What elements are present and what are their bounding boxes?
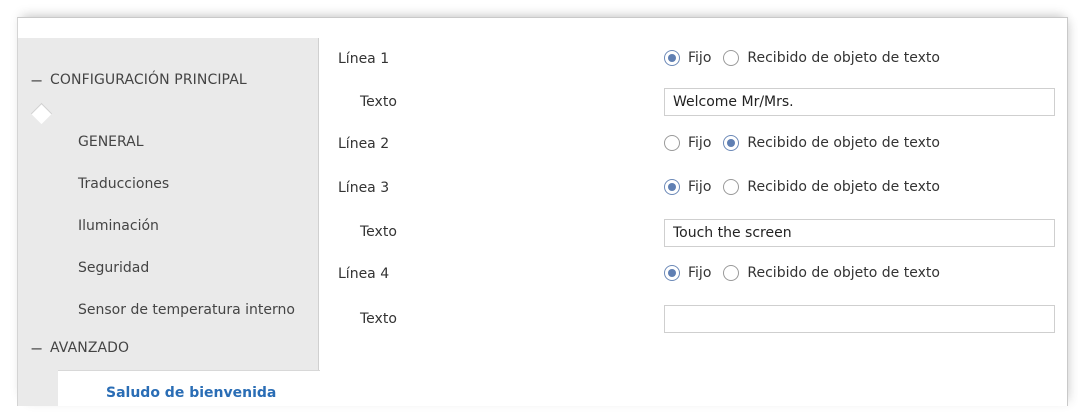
sidebar-item-label: Saludo de bienvenida <box>106 385 277 401</box>
linea2-label: Línea 2 <box>338 136 390 152</box>
linea2-radio-recibido[interactable] <box>723 135 740 151</box>
linea4-radio-recibido[interactable] <box>723 265 740 281</box>
radio-label-recibido: Recibido de objeto de texto <box>747 179 940 195</box>
linea2-radio-fijo[interactable] <box>664 135 680 151</box>
window-frame: − CONFIGURACIÓN PRINCIPAL GENERAL Traduc… <box>17 17 1068 406</box>
sidebar-item-iluminacion[interactable]: Iluminación <box>78 218 159 234</box>
sidebar-item-saludo-bienvenida[interactable]: Saludo de bienvenida <box>58 370 320 406</box>
linea3-label: Línea 3 <box>338 180 390 196</box>
texto4-input[interactable] <box>664 305 1055 333</box>
texto4-label: Texto <box>360 311 397 327</box>
linea3-radio-recibido[interactable] <box>723 179 740 195</box>
selection-notch <box>30 102 53 125</box>
texto3-input[interactable] <box>664 219 1055 247</box>
texto1-input[interactable] <box>664 88 1055 116</box>
linea2-radio-group: Fijo Recibido de objeto de texto <box>664 135 952 151</box>
sidebar-group-label: AVANZADO <box>50 340 130 356</box>
radio-label-fijo: Fijo <box>688 50 712 66</box>
linea4-radio-fijo[interactable] <box>664 265 680 281</box>
sidebar-item-traducciones[interactable]: Traducciones <box>78 176 169 192</box>
sidebar-item-sensor-temperatura[interactable]: Sensor de temperatura interno <box>78 302 295 318</box>
linea3-radio-group: Fijo Recibido de objeto de texto <box>664 179 952 195</box>
sidebar-item-general[interactable]: GENERAL <box>78 134 144 150</box>
radio-label-fijo: Fijo <box>688 179 712 195</box>
sidebar: − CONFIGURACIÓN PRINCIPAL GENERAL Traduc… <box>18 38 320 406</box>
radio-label-recibido: Recibido de objeto de texto <box>747 265 940 281</box>
collapse-icon[interactable]: − <box>30 71 50 90</box>
sidebar-group-configuracion-principal[interactable]: − CONFIGURACIÓN PRINCIPAL <box>30 60 247 100</box>
texto3-label: Texto <box>360 224 397 240</box>
sidebar-item-seguridad[interactable]: Seguridad <box>78 260 149 276</box>
linea1-label: Línea 1 <box>338 51 390 67</box>
linea1-radio-fijo[interactable] <box>664 50 680 66</box>
radio-label-fijo: Fijo <box>688 265 712 281</box>
texto1-label: Texto <box>360 94 397 110</box>
radio-label-recibido: Recibido de objeto de texto <box>747 50 940 66</box>
sidebar-group-label: CONFIGURACIÓN PRINCIPAL <box>50 72 247 88</box>
radio-label-recibido: Recibido de objeto de texto <box>747 135 940 151</box>
radio-label-fijo: Fijo <box>688 135 712 151</box>
linea4-label: Línea 4 <box>338 266 390 282</box>
collapse-icon[interactable]: − <box>30 339 50 358</box>
linea3-radio-fijo[interactable] <box>664 179 680 195</box>
linea4-radio-group: Fijo Recibido de objeto de texto <box>664 265 952 281</box>
linea1-radio-group: Fijo Recibido de objeto de texto <box>664 50 952 66</box>
linea1-radio-recibido[interactable] <box>723 50 740 66</box>
sidebar-group-avanzado[interactable]: − AVANZADO <box>30 328 129 368</box>
